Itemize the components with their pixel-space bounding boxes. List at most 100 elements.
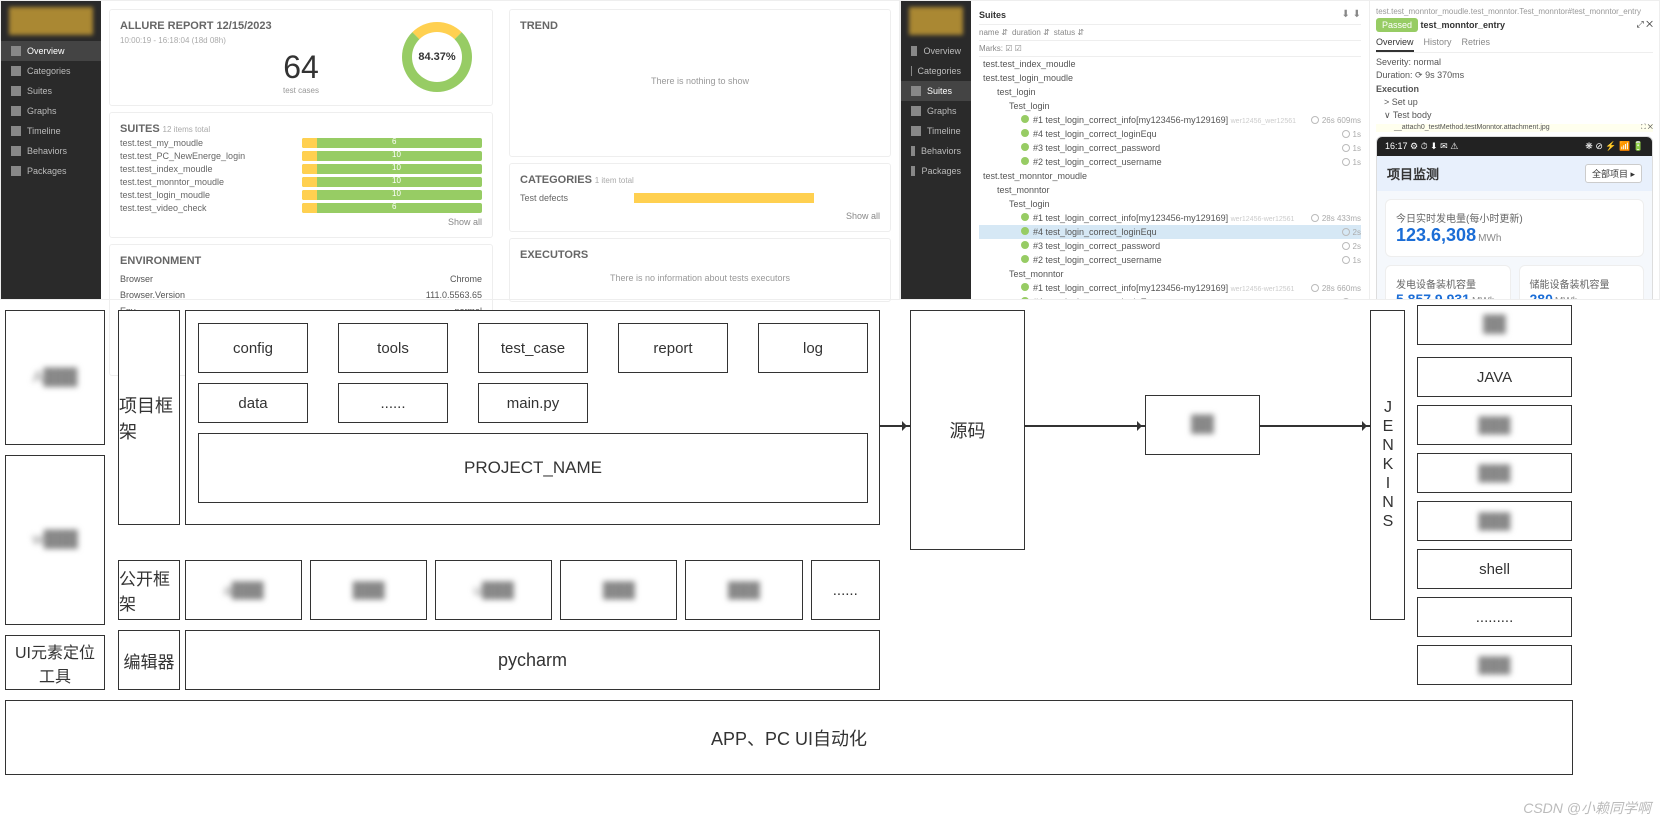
chart-icon <box>911 106 921 116</box>
retry-icon <box>1342 144 1350 152</box>
tree-item[interactable]: Test_login <box>979 197 1361 211</box>
folder-report: report <box>618 323 728 373</box>
suite-row[interactable]: test.test_index_moudle10 <box>120 164 482 174</box>
sidebar-item-graphs[interactable]: Graphs <box>901 101 971 121</box>
tree-item[interactable]: #1 test_login_correct_info[my123456-my12… <box>979 113 1361 127</box>
testbody-section[interactable]: ∨ Test body <box>1376 110 1653 121</box>
attachment-link[interactable]: __attach0_testMethod.testMonntor.attachm… <box>1394 124 1550 132</box>
pycharm-box: pycharm <box>185 630 880 690</box>
suite-row[interactable]: test.test_login_moudle10 <box>120 190 482 200</box>
executors-card: EXECUTORS There is no information about … <box>509 238 891 302</box>
sidebar-item-packages[interactable]: Packages <box>901 161 971 181</box>
suite-row[interactable]: test.test_PC_NewEnerge_login10 <box>120 151 482 161</box>
setup-section[interactable]: > Set up <box>1376 97 1653 107</box>
tree-item[interactable]: test_monntor <box>979 183 1361 197</box>
status-dot-icon <box>1021 129 1029 137</box>
retry-icon <box>1342 228 1350 236</box>
tab-retries[interactable]: Retries <box>1462 34 1491 52</box>
suite-bar: 10 <box>302 164 482 174</box>
list-icon <box>911 86 921 96</box>
csv-export-icon[interactable]: ⬇ ⬇ <box>1341 9 1361 20</box>
all-projects-button[interactable]: 全部项目 ▸ <box>1585 164 1642 183</box>
tree-item[interactable]: Test_login <box>979 99 1361 113</box>
tree-item[interactable]: Test_monntor <box>979 267 1361 281</box>
suites-card: SUITES 12 items total test.test_my_moudl… <box>109 112 493 238</box>
right-item-1: ███ <box>1417 405 1572 445</box>
sidebar-item-overview[interactable]: Overview <box>901 41 971 61</box>
tree-item[interactable]: #3 test_login_correct_password2s <box>979 239 1361 253</box>
suite-bar: 6 <box>302 203 482 213</box>
retry-icon <box>1342 158 1350 166</box>
status-dot-icon <box>1021 283 1029 291</box>
status-dot-icon <box>1021 143 1029 151</box>
tree-item[interactable]: #2 test_login_correct_username1s <box>979 253 1361 267</box>
logo <box>9 7 93 35</box>
folder-......: ...... <box>338 383 448 423</box>
sidebar-item-packages[interactable]: Packages <box>1 161 101 181</box>
sidebar-item-behaviors[interactable]: Behaviors <box>1 141 101 161</box>
retry-icon <box>1311 284 1319 292</box>
folder-tools: tools <box>338 323 448 373</box>
tree-item[interactable]: test.test_index_moudle <box>979 57 1361 71</box>
tree-item[interactable]: #3 test_login_correct_password1s <box>979 141 1361 155</box>
phone-title: 项目监测 <box>1387 164 1439 183</box>
retry-icon <box>1342 298 1350 299</box>
defect-bar <box>634 193 814 203</box>
suite-row[interactable]: test.test_monntor_moudle10 <box>120 177 482 187</box>
sidebar-item-overview[interactable]: Overview <box>1 41 101 61</box>
gen-capacity-card: 发电设备装机容量 5,857.9,931MWh <box>1385 265 1511 300</box>
summary-card: ALLURE REPORT 12/15/2023 10:00:19 - 16:1… <box>109 9 493 106</box>
categories-card: CATEGORIES 1 item total Test defects Sho… <box>509 163 891 232</box>
retry-icon <box>1311 116 1319 124</box>
suite-row[interactable]: test.test_video_check6 <box>120 203 482 213</box>
expand-icon[interactable]: ⤢ ✕ <box>1636 19 1653 30</box>
show-all-link[interactable]: Show all <box>120 217 482 227</box>
sidebar-item-categories[interactable]: Categories <box>901 61 971 81</box>
sidebar-item-behaviors[interactable]: Behaviors <box>901 141 971 161</box>
power-today-card: 今日实时发电量(每小时更新) 123.6,308MWh <box>1385 199 1644 257</box>
env-row: BrowserChrome <box>120 271 482 287</box>
tree-item[interactable]: #1 test_login_correct_info[my123456-my12… <box>979 281 1361 295</box>
open-framework-item: ███ <box>560 560 677 620</box>
right-item-3: ███ <box>1417 501 1572 541</box>
env-row: Browser.Version111.0.5563.65 <box>120 287 482 303</box>
tree-item[interactable]: test.test_monntor_moudle <box>979 169 1361 183</box>
retry-icon <box>1311 214 1319 222</box>
open-frame-label: 公开框架 <box>118 560 180 620</box>
open-framework-item: ███ <box>685 560 802 620</box>
tree-item[interactable]: #4 test_login_correct_loginEqu2s <box>979 225 1361 239</box>
tree-item[interactable]: #2 test_login_correct_username1s <box>979 155 1361 169</box>
allure-suites-detail: Overview Categories Suites Graphs Timeli… <box>900 0 1660 300</box>
sidebar-item-categories[interactable]: Categories <box>1 61 101 81</box>
status-dot-icon <box>1021 157 1029 165</box>
tree-item[interactable]: #4 test_login_correct_loginEqu1s <box>979 127 1361 141</box>
sidebar-item-timeline[interactable]: Timeline <box>1 121 101 141</box>
folder-test_case: test_case <box>478 323 588 373</box>
tab-overview[interactable]: Overview <box>1376 34 1414 52</box>
sidebar-item-suites[interactable]: Suites <box>1 81 101 101</box>
sidebar-item-suites[interactable]: Suites <box>901 81 971 101</box>
sidebar-item-graphs[interactable]: Graphs <box>1 101 101 121</box>
sidebar-item-timeline[interactable]: Timeline <box>901 121 971 141</box>
project-name-box: PROJECT_NAME <box>198 433 868 503</box>
status-badge: Passed <box>1376 18 1418 32</box>
open-framework-item: ...... <box>811 560 880 620</box>
filter-row[interactable]: name ⇵ duration ⇵ status ⇵ <box>979 25 1361 41</box>
tree-item[interactable]: #1 test_login_correct_info[my123456-my12… <box>979 211 1361 225</box>
tree-item[interactable]: #4 test_login_correct_loginEqu1s <box>979 295 1361 299</box>
phone-screenshot: 16:17 ⚙ ⏱ ⬇ ✉ ⚠ ❋ ⊘ ⚡ 📶 🔋 项目监测 全部项目 ▸ 今日… <box>1376 136 1653 300</box>
tree-item[interactable]: test_login <box>979 85 1361 99</box>
show-all-link[interactable]: Show all <box>520 211 880 221</box>
clock-icon <box>11 126 21 136</box>
retry-icon <box>1342 242 1350 250</box>
right-top-blur: ██ <box>1417 305 1572 345</box>
right-item-2: ███ <box>1417 453 1572 493</box>
left-box-1: A███ <box>5 310 105 445</box>
project-container: configtoolstest_casereportlog data......… <box>185 310 880 525</box>
allure-report-overview: Overview Categories Suites Graphs Timeli… <box>0 0 900 300</box>
suite-row[interactable]: test.test_my_moudle6 <box>120 138 482 148</box>
tab-history[interactable]: History <box>1424 34 1452 52</box>
list-icon <box>11 86 21 96</box>
tree-item[interactable]: test.test_login_moudle <box>979 71 1361 85</box>
source-code-box: 源码 <box>910 310 1025 550</box>
